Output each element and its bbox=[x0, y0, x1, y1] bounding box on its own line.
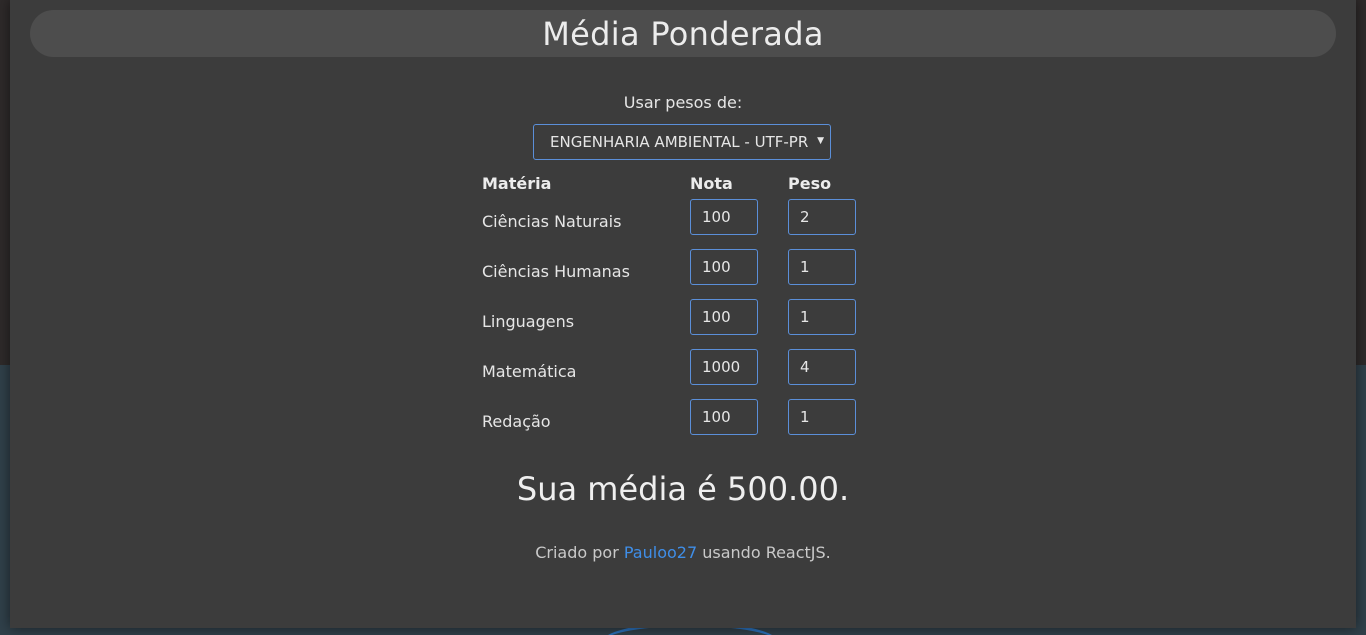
subject-label: Ciências Humanas bbox=[482, 262, 630, 281]
weight-input-ciencias-humanas[interactable]: 1 bbox=[788, 249, 856, 285]
weights-label: Usar pesos de: bbox=[623, 93, 743, 112]
subject-label: Ciências Naturais bbox=[482, 212, 622, 231]
main-panel: Média Ponderada Usar pesos de: ENGENHARI… bbox=[10, 0, 1356, 628]
subject-label: Linguagens bbox=[482, 312, 575, 331]
weights-select-value: ENGENHARIA AMBIENTAL - UTF-PR bbox=[550, 133, 809, 151]
footer: Criado por Pauloo27 usando ReactJS. bbox=[10, 543, 1356, 562]
author-link[interactable]: Pauloo27 bbox=[624, 543, 697, 562]
grade-input-redacao[interactable]: 100 bbox=[690, 399, 758, 435]
weights-select[interactable]: ENGENHARIA AMBIENTAL - UTF-PR ▼ bbox=[533, 124, 831, 160]
footer-prefix: Criado por bbox=[535, 543, 619, 562]
weight-input-redacao[interactable]: 1 bbox=[788, 399, 856, 435]
header-subject: Matéria bbox=[482, 174, 552, 193]
subject-label: Redação bbox=[482, 412, 551, 431]
footer-suffix: usando ReactJS. bbox=[702, 543, 831, 562]
weight-input-linguagens[interactable]: 1 bbox=[788, 299, 856, 335]
weight-input-matematica[interactable]: 4 bbox=[788, 349, 856, 385]
header-grade: Nota bbox=[690, 174, 733, 193]
chevron-down-icon: ▼ bbox=[817, 136, 824, 146]
average-result: Sua média é 500.00. bbox=[516, 470, 850, 508]
weight-input-ciencias-naturais[interactable]: 2 bbox=[788, 199, 856, 235]
subject-label: Matemática bbox=[482, 362, 577, 381]
header-weight: Peso bbox=[788, 174, 832, 193]
grade-input-ciencias-humanas[interactable]: 100 bbox=[690, 249, 758, 285]
title-bar: Média Ponderada bbox=[30, 10, 1336, 57]
grade-input-ciencias-naturais[interactable]: 100 bbox=[690, 199, 758, 235]
grade-input-matematica[interactable]: 1000 bbox=[690, 349, 758, 385]
grade-input-linguagens[interactable]: 100 bbox=[690, 299, 758, 335]
page-title: Média Ponderada bbox=[542, 14, 824, 53]
